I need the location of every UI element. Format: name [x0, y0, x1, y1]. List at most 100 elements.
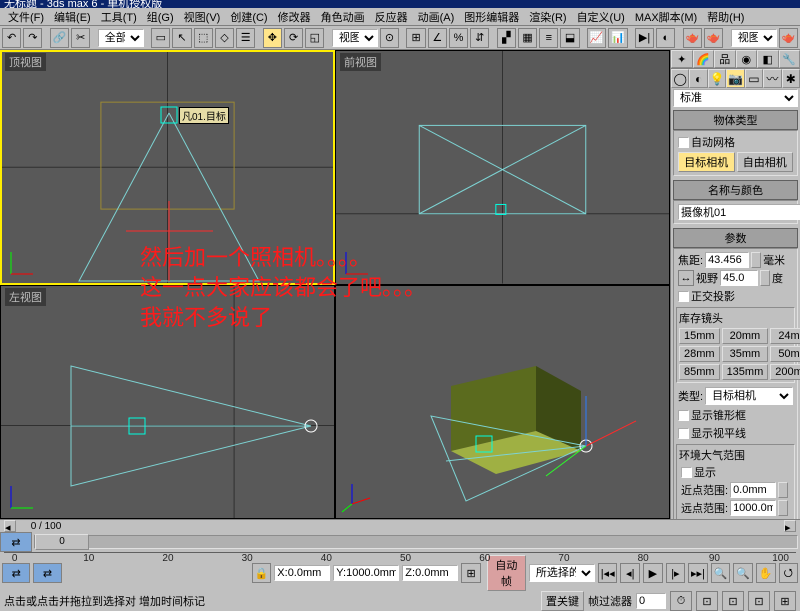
zoom-button[interactable]: 🔍 — [711, 563, 731, 583]
unlink-button[interactable]: ✂ — [71, 28, 90, 48]
viewport-front[interactable]: 前视图 — [335, 50, 670, 285]
undo-button[interactable]: ↶ — [2, 28, 21, 48]
maximize-viewport-button[interactable]: ⊞ — [774, 591, 796, 611]
lens-15mm[interactable]: 15mm — [679, 328, 720, 344]
menu-customize[interactable]: 自定义(U) — [573, 9, 629, 25]
lens-135mm[interactable]: 135mm — [722, 364, 769, 380]
time-config-button[interactable]: ⏱ — [670, 591, 692, 611]
snap-toggle[interactable]: ⊞ — [406, 28, 425, 48]
autogrid-checkbox[interactable] — [678, 137, 689, 148]
category-select[interactable]: 标准 — [673, 89, 798, 107]
select-arrow-button[interactable]: ↖ — [172, 28, 191, 48]
orbit-button[interactable]: ⭯ — [779, 563, 799, 583]
menu-help[interactable]: 帮助(H) — [703, 9, 748, 25]
goto-start-button[interactable]: |◂◂ — [598, 563, 618, 583]
schematic-button[interactable]: 📊 — [608, 28, 627, 48]
menu-view[interactable]: 视图(V) — [180, 9, 225, 25]
array-button[interactable]: ▦ — [518, 28, 537, 48]
grid-toggle[interactable]: ⊞ — [461, 563, 481, 583]
pan-button[interactable]: ✋ — [756, 563, 776, 583]
fov-direction-button[interactable]: ↔ — [678, 270, 694, 286]
tab-modify[interactable]: 🌈 — [693, 50, 715, 68]
subtab-cameras[interactable]: 📷 — [726, 69, 744, 88]
far-range-input[interactable] — [730, 500, 776, 516]
subtab-helpers[interactable]: ▭ — [745, 69, 763, 88]
lens-200mm[interactable]: 200mm — [770, 364, 800, 380]
tab-display[interactable]: ◧ — [757, 50, 779, 68]
subtab-systems[interactable]: ✱ — [782, 69, 800, 88]
pivot-button[interactable]: ⊙ — [380, 28, 399, 48]
rollout-name-color[interactable]: 名称与颜色 — [673, 180, 798, 200]
align-button[interactable]: ≡ — [539, 28, 558, 48]
spinner-snap-toggle[interactable]: ⇵ — [470, 28, 489, 48]
focal-input[interactable] — [705, 252, 749, 268]
show-horizon-checkbox[interactable] — [678, 428, 689, 439]
menu-tools[interactable]: 工具(T) — [97, 9, 141, 25]
lens-85mm[interactable]: 85mm — [679, 364, 720, 380]
select-button[interactable]: ▭ — [151, 28, 170, 48]
tab-utilities[interactable]: 🔧 — [779, 50, 800, 68]
render-button[interactable]: 🫖 — [779, 28, 798, 48]
object-name-input[interactable] — [678, 204, 800, 220]
lens-20mm[interactable]: 20mm — [722, 328, 769, 344]
render-view-select[interactable]: 视图 — [731, 29, 777, 47]
lens-28mm[interactable]: 28mm — [679, 346, 720, 362]
move-button[interactable]: ✥ — [263, 28, 282, 48]
zoom-all-button[interactable]: 🔍 — [733, 563, 753, 583]
time-slider[interactable]: ⇄ 0 — [0, 532, 800, 552]
setkey-button[interactable]: 置关键 — [541, 591, 584, 611]
near-range-input[interactable] — [730, 482, 776, 498]
focal-spinner[interactable] — [751, 252, 761, 268]
show-env-checkbox[interactable] — [681, 467, 692, 478]
next-frame-button[interactable]: |▸ — [666, 563, 686, 583]
track-toggle2[interactable]: ⇄ — [33, 563, 61, 583]
menu-create[interactable]: 创建(C) — [226, 9, 271, 25]
play-anim-button[interactable]: ▶ — [643, 563, 663, 583]
camera-type-select[interactable]: 目标相机 — [705, 387, 793, 405]
subtab-spacewarps[interactable]: 〰 — [763, 69, 781, 88]
angle-snap-toggle[interactable]: ∠ — [428, 28, 447, 48]
layer-button[interactable]: ⬓ — [560, 28, 579, 48]
select-fence-button[interactable]: ◇ — [215, 28, 234, 48]
nav2-button[interactable]: ⊡ — [722, 591, 744, 611]
far-spinner[interactable] — [778, 500, 788, 516]
tab-hierarchy[interactable]: 品 — [714, 50, 736, 68]
menu-render[interactable]: 渲染(R) — [525, 9, 570, 25]
menu-group[interactable]: 组(G) — [143, 9, 178, 25]
quick-render-button[interactable]: 🫖 — [704, 28, 723, 48]
menu-edit[interactable]: 编辑(E) — [50, 9, 95, 25]
track-toggle[interactable]: ⇄ — [2, 563, 30, 583]
viewport-top[interactable]: 顶视图 凡01.目标 — [0, 50, 335, 285]
lens-50mm[interactable]: 50mm — [770, 346, 800, 362]
menu-animation[interactable]: 动画(A) — [414, 9, 459, 25]
rollout-params[interactable]: 参数 — [673, 228, 798, 248]
tab-create[interactable]: ✦ — [671, 50, 693, 68]
viewport-left[interactable]: 左视图 — [0, 285, 335, 520]
percent-snap-toggle[interactable]: % — [449, 28, 468, 48]
select-region-button[interactable]: ⬚ — [194, 28, 213, 48]
lock-button[interactable]: 🔒 — [252, 563, 272, 583]
show-cone-checkbox[interactable] — [678, 410, 689, 421]
lens-24mm[interactable]: 24mm — [770, 328, 800, 344]
slider-track[interactable]: 0 — [34, 535, 798, 549]
lens-35mm[interactable]: 35mm — [722, 346, 769, 362]
redo-button[interactable]: ↷ — [23, 28, 42, 48]
goto-end-button[interactable]: ▸▸| — [688, 563, 708, 583]
target-camera-button[interactable]: 目标相机 — [678, 152, 735, 172]
curve-editor-button[interactable]: 📈 — [587, 28, 606, 48]
scroll-right-button[interactable]: ▸ — [784, 520, 796, 532]
z-coord[interactable] — [402, 565, 458, 581]
tab-motion[interactable]: ◉ — [736, 50, 758, 68]
fov-spinner[interactable] — [760, 270, 770, 286]
viewport-perspective[interactable] — [335, 285, 670, 520]
nav3-button[interactable]: ⊡ — [748, 591, 770, 611]
subtab-shapes[interactable]: ◐ — [689, 69, 707, 88]
menu-reactor[interactable]: 反应器 — [371, 9, 412, 25]
play-button[interactable]: ▶| — [635, 28, 654, 48]
subtab-geometry[interactable]: ◯ — [671, 69, 689, 88]
scale-button[interactable]: ◱ — [305, 28, 324, 48]
track-toggle-left[interactable]: ⇄ — [0, 532, 32, 552]
prev-frame-button[interactable]: ◂| — [620, 563, 640, 583]
rollout-object-type[interactable]: 物体类型 — [673, 110, 798, 130]
ortho-checkbox[interactable] — [678, 291, 689, 302]
